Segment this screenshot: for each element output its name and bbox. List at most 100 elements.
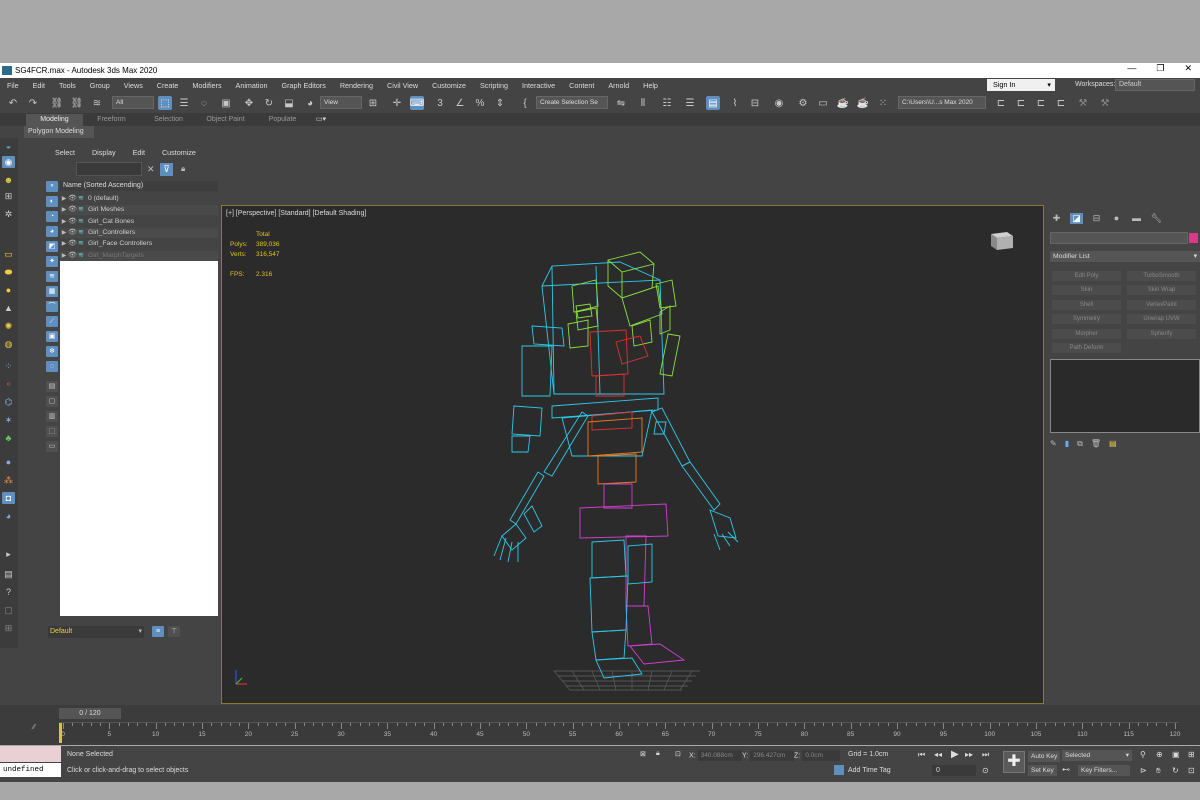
display-lights-icon[interactable]: ◕	[46, 226, 58, 237]
snaps-toggle-icon[interactable]: 3	[433, 96, 447, 110]
menu-interactive[interactable]: Interactive	[515, 81, 562, 90]
foliage-icon[interactable]: ♣	[2, 432, 15, 444]
absolute-mode-icon[interactable]: ⊡	[675, 750, 681, 758]
x-coordinate-field[interactable]: 340.088cm	[697, 750, 742, 761]
layer-row[interactable]: ▶ 👁︎ ≋ Girl_Face Controllers	[60, 239, 218, 250]
go-to-start-icon[interactable]: ⏮	[918, 750, 925, 760]
workspace-dropdown[interactable]: Default	[1115, 79, 1195, 91]
ribbon-tab-object-paint[interactable]: Object Paint	[197, 114, 254, 126]
window-crossing-icon[interactable]: ▣	[219, 96, 233, 110]
color-palette-icon[interactable]: ⁂	[2, 474, 15, 486]
display-tab-icon[interactable]: ▬	[1130, 213, 1143, 224]
link-icon[interactable]: ⛓	[50, 96, 64, 110]
ribbon-tab-selection[interactable]: Selection	[140, 114, 197, 126]
align-icon[interactable]: ⫴	[636, 96, 650, 110]
display-spacewarps-icon[interactable]: ≋	[46, 271, 58, 282]
show-end-result-icon[interactable]: ▮	[1065, 439, 1069, 449]
zoom-extents-icon[interactable]: ▣	[1172, 750, 1180, 759]
expand-arrow-icon[interactable]: ▸	[2, 548, 15, 560]
set-key-button[interactable]: Set Key	[1028, 765, 1057, 776]
material-editor-icon[interactable]: ◉	[772, 96, 786, 110]
arnold-tool-icon[interactable]: ⚒	[1076, 96, 1090, 110]
menu-views[interactable]: Views	[117, 81, 150, 90]
expand-arrow-icon[interactable]: ▶	[60, 194, 68, 204]
expand-arrow-icon[interactable]: ▶	[60, 251, 68, 261]
visibility-eye-icon[interactable]: 👁︎	[68, 239, 78, 249]
visibility-eye-icon[interactable]: 👁︎	[68, 228, 78, 238]
modifier-button-unwrap-uvw[interactable]: Unwrap UVW	[1127, 314, 1196, 325]
torus-primitive-icon[interactable]: ◍	[2, 338, 15, 350]
hierarchy-tab-icon[interactable]: ⊟	[1090, 213, 1103, 224]
bones-icon[interactable]: ⌬	[2, 396, 15, 408]
character-rig-wireframe[interactable]	[492, 246, 752, 706]
particle-icon[interactable]: ⁘	[2, 360, 15, 372]
menu-content[interactable]: Content	[562, 81, 601, 90]
display-hidden-icon[interactable]: ◌	[46, 361, 58, 372]
explorer-column-header[interactable]: Name (Sorted Ascending)	[60, 181, 218, 191]
zoom-extents-all-icon[interactable]: ⊞	[1188, 750, 1195, 759]
viewport-layout-icon[interactable]: ◒	[2, 140, 15, 152]
expand-arrow-icon[interactable]: ▶	[60, 217, 68, 227]
sign-in-dropdown[interactable]: Sign In	[987, 79, 1055, 91]
z-coordinate-field[interactable]: 0.0cm	[802, 750, 841, 761]
close-button[interactable]: ✕	[1184, 63, 1192, 74]
menu-rendering[interactable]: Rendering	[333, 81, 380, 90]
menu-arnold[interactable]: Arnold	[601, 81, 636, 90]
layer-row[interactable]: ▶ 👁︎ ≋ 0 (default)	[60, 194, 218, 204]
ribbon-tab-freeform[interactable]: Freeform	[83, 114, 140, 126]
utilities-tab-icon[interactable]: 🔧︎	[1150, 213, 1163, 224]
display-bones-icon[interactable]: ⟋	[46, 316, 58, 327]
project-path-dropdown[interactable]: C:\Users\U...s Max 2020	[898, 96, 986, 109]
add-time-tag[interactable]: Add Time Tag	[834, 765, 891, 775]
render-icon[interactable]: ◘	[2, 492, 15, 504]
project-open-icon[interactable]: ⊏	[1034, 96, 1048, 110]
lock-icon[interactable]: 🔒︎	[181, 164, 185, 174]
explorer-menu-display[interactable]: Display	[81, 148, 122, 157]
maximize-button[interactable]: ❐	[1156, 63, 1164, 74]
region-select-icon[interactable]: ◌	[197, 96, 211, 110]
filter-icon[interactable]: ⊽	[160, 163, 173, 176]
visibility-eye-icon[interactable]: 👁︎	[68, 205, 78, 215]
toggle-ribbon-icon[interactable]: ▤	[706, 96, 720, 110]
expand-arrow-icon[interactable]: ▶	[60, 228, 68, 238]
sync-selection-icon[interactable]: ⬚	[46, 426, 58, 437]
toggle-layer-explorer-icon[interactable]: ☰	[683, 96, 697, 110]
motion-tab-icon[interactable]: ●	[1110, 213, 1123, 224]
render-setup-icon[interactable]: ⚙	[796, 96, 810, 110]
schematic-view-icon[interactable]: ⊟	[748, 96, 762, 110]
expand-arrow-icon[interactable]: ▶	[60, 239, 68, 249]
molecule-icon[interactable]: ⚬	[2, 378, 15, 390]
explorer-list-area[interactable]	[60, 261, 218, 616]
curve-editor-icon[interactable]: ⌇	[728, 96, 742, 110]
menu-create[interactable]: Create	[150, 81, 186, 90]
spinner-snap-icon[interactable]: ⇕	[493, 96, 507, 110]
undo-icon[interactable]: ↶	[6, 96, 20, 110]
invert-display-icon[interactable]: ▥	[46, 411, 58, 422]
menu-edit[interactable]: Edit	[26, 81, 52, 90]
modifier-list-dropdown[interactable]: Modifier List	[1050, 251, 1200, 262]
sun-light-icon[interactable]: ✺	[2, 320, 15, 332]
time-configuration-icon[interactable]: ⊙	[982, 766, 989, 775]
display-shapes-icon[interactable]: ◔	[46, 211, 58, 222]
explorer-search-input[interactable]	[76, 162, 142, 176]
display-all-icon[interactable]: ▤	[46, 381, 58, 392]
viewport-single-icon[interactable]: ▢	[2, 604, 15, 616]
y-coordinate-field[interactable]: 296.427cm	[750, 750, 795, 761]
menu-scripting[interactable]: Scripting	[473, 81, 515, 90]
render-production-icon[interactable]: ☕	[836, 96, 850, 110]
placement-icon[interactable]: ◕	[303, 96, 317, 110]
maxscript-output[interactable]: undefined	[0, 763, 61, 777]
ribbon-tab-modeling[interactable]: Modeling	[26, 114, 83, 126]
modifier-button-skin[interactable]: Skin	[1052, 285, 1121, 296]
redo-icon[interactable]: ↷	[26, 96, 40, 110]
menu-modifiers[interactable]: Modifiers	[185, 81, 228, 90]
document-icon[interactable]: ▤	[2, 568, 15, 580]
arnold-render-icon[interactable]: ⚒	[1098, 96, 1112, 110]
reference-coordinate-dropdown[interactable]: View	[320, 96, 362, 109]
key-mode-icon[interactable]: ⊷	[1062, 765, 1070, 774]
material-sphere-icon[interactable]: ●	[2, 456, 15, 468]
modifier-button-symmetry[interactable]: Symmetry	[1052, 314, 1121, 325]
rotate-icon[interactable]: ↻	[262, 96, 276, 110]
maximize-viewport-icon[interactable]: ⊡	[1188, 766, 1195, 775]
set-keys-button[interactable]: ✚	[1003, 751, 1025, 773]
